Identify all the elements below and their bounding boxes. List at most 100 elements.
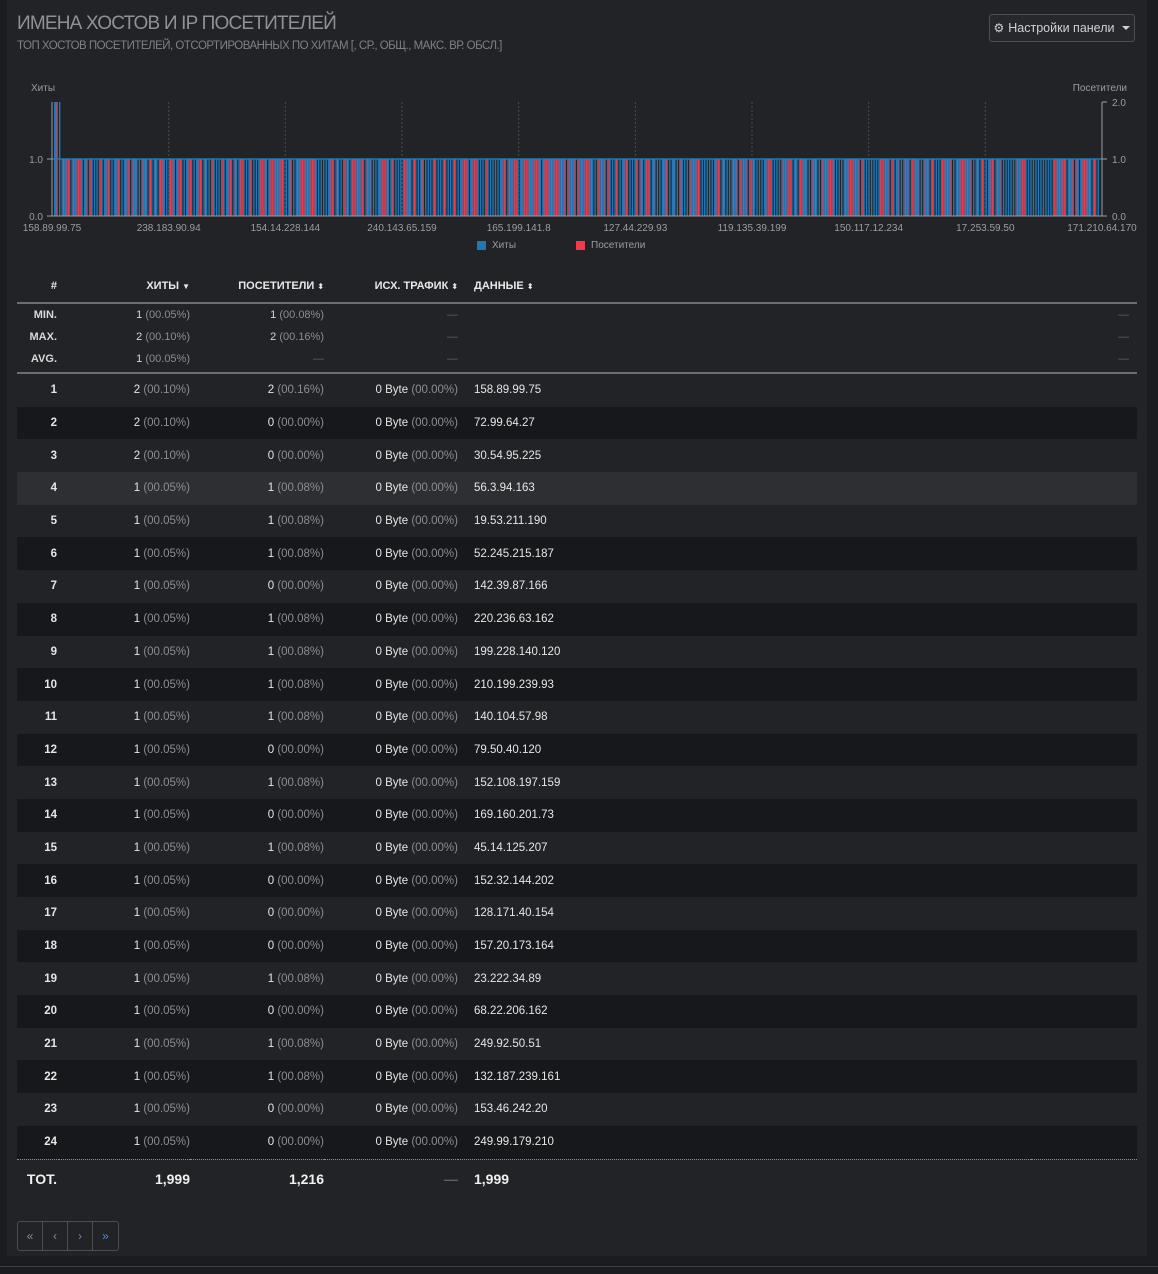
row-tx: 0 Byte (00.00%) bbox=[324, 636, 458, 669]
row-extra bbox=[1030, 864, 1137, 897]
chart-legend: Хиты Посетители bbox=[477, 240, 645, 251]
bar-hits bbox=[447, 159, 449, 216]
row-hits: 1 (00.05%) bbox=[59, 864, 190, 897]
table-row[interactable]: 15 1 (00.05%) 1 (00.08%) 0 Byte (00.00%) 45.… bbox=[17, 832, 1137, 865]
table-row[interactable]: 23 1 (00.05%) 0 (00.00%) 0 Byte (00.00%) 153… bbox=[17, 1093, 1137, 1126]
table-row[interactable]: 18 1 (00.05%) 0 (00.00%) 0 Byte (00.00%) 157… bbox=[17, 929, 1137, 963]
table-row[interactable]: 41 (00.05%) 1 (00.08%) 0 Byte (00.00%) 56.3… bbox=[17, 472, 1137, 505]
bar-hits bbox=[298, 159, 300, 216]
row-hits: 2 (00.10%) bbox=[59, 373, 190, 407]
row-tx: 0 Byte (00.00%) bbox=[324, 537, 458, 571]
table-row[interactable]: 13 1 (00.05%) 1 (00.08%) 0 Byte (00.00%) 152… bbox=[17, 766, 1137, 799]
row-host-ip: 157.20.173.164 bbox=[474, 940, 554, 953]
bar-hits bbox=[596, 159, 599, 216]
last-page-button[interactable]: » bbox=[93, 1222, 118, 1250]
row-visitors-pct: (00.08%) bbox=[277, 547, 324, 560]
stat-tx: — bbox=[324, 348, 458, 374]
row-data: 140.104.57.98 bbox=[458, 701, 1031, 734]
table-row[interactable]: 22 (00.10%) 0 (00.00%) 0 Byte (00.00%) 72.9… bbox=[17, 406, 1137, 440]
row-tx-value: 0 Byte bbox=[375, 547, 409, 560]
row-tx-value: 0 Byte bbox=[375, 678, 409, 691]
legend-item-hits[interactable]: Хиты bbox=[477, 240, 516, 251]
table-row[interactable]: 10 1 (00.05%) 1 (00.08%) 0 Byte (00.00%) 210… bbox=[17, 668, 1137, 701]
bar-hits bbox=[716, 159, 718, 216]
bar-hits bbox=[335, 159, 337, 216]
row-tx-value: 0 Byte bbox=[375, 776, 409, 789]
row-tx: 0 Byte (00.00%) bbox=[324, 505, 458, 538]
table-row[interactable]: 14 1 (00.05%) 0 (00.00%) 0 Byte (00.00%) 169… bbox=[17, 798, 1137, 832]
row-visitors: 0 (00.00%) bbox=[190, 570, 324, 603]
row-tx-value: 0 Byte bbox=[375, 1005, 409, 1018]
stat-hits-value: 1 bbox=[136, 309, 143, 321]
row-visitors-value: 1 bbox=[267, 482, 275, 495]
row-hits-pct: (00.05%) bbox=[143, 1136, 190, 1149]
row-visitors-value: 0 bbox=[267, 580, 275, 593]
bar-hits bbox=[168, 159, 170, 216]
legend-item-visitors[interactable]: Посетители bbox=[576, 240, 645, 251]
table-row[interactable]: 24 1 (00.05%) 0 (00.00%) 0 Byte (00.00%) 249… bbox=[17, 1125, 1137, 1159]
row-number: 9 bbox=[17, 636, 59, 669]
row-number-text: 19 bbox=[44, 972, 57, 985]
table-row[interactable]: 11 1 (00.05%) 1 (00.08%) 0 Byte (00.00%) 140… bbox=[17, 701, 1137, 734]
bar-hits bbox=[895, 159, 898, 216]
stat-data bbox=[458, 348, 1031, 374]
bar-hits bbox=[512, 159, 514, 216]
row-host-ip: 152.32.144.202 bbox=[474, 874, 554, 887]
table-row[interactable]: 21 1 (00.05%) 1 (00.08%) 0 Byte (00.00%) 249… bbox=[17, 1028, 1137, 1061]
row-hits-pct: (00.05%) bbox=[143, 874, 190, 887]
first-page-button[interactable]: « bbox=[18, 1222, 43, 1250]
prev-page-button[interactable]: ‹ bbox=[43, 1222, 68, 1250]
bar-hits bbox=[738, 159, 741, 216]
row-number-text: 4 bbox=[50, 482, 57, 495]
bar-hits bbox=[118, 159, 121, 216]
panel-settings-button[interactable]: ⚙ Настройки панели bbox=[989, 14, 1135, 42]
table-row[interactable]: 12 (00.10%) 2 (00.16%) 0 Byte (00.00%) 158.… bbox=[17, 373, 1137, 407]
row-tx-pct: (00.00%) bbox=[411, 645, 458, 658]
col-header-data[interactable]: Данные ⬍ bbox=[458, 270, 1031, 304]
bar-hits bbox=[1055, 159, 1057, 216]
row-host-ip: 199.228.140.120 bbox=[474, 645, 561, 658]
table-row[interactable]: 20 1 (00.05%) 0 (00.00%) 0 Byte (00.00%) 68.… bbox=[17, 995, 1137, 1028]
table-row[interactable]: 91 (00.05%) 1 (00.08%) 0 Byte (00.00%) 199.… bbox=[17, 636, 1137, 669]
table-row[interactable]: 71 (00.05%) 0 (00.00%) 0 Byte (00.00%) 142.… bbox=[17, 570, 1137, 603]
row-data: 128.171.40.154 bbox=[458, 897, 1031, 930]
col-tx-label: Исх. трафик bbox=[374, 280, 449, 292]
row-tx: 0 Byte (00.00%) bbox=[324, 668, 458, 701]
col-header-visitors[interactable]: Посетители ⬍ bbox=[190, 270, 324, 304]
row-tx: 0 Byte (00.00%) bbox=[324, 733, 458, 767]
table-row[interactable]: 22 1 (00.05%) 1 (00.08%) 0 Byte (00.00%) 132… bbox=[17, 1060, 1137, 1094]
row-visitors: 1 (00.08%) bbox=[190, 701, 324, 734]
bar-hits bbox=[948, 159, 950, 216]
table-row[interactable]: 32 (00.10%) 0 (00.00%) 0 Byte (00.00%) 30.5… bbox=[17, 439, 1137, 472]
bar-hits bbox=[1032, 159, 1035, 216]
table-row[interactable]: 81 (00.05%) 1 (00.08%) 0 Byte (00.00%) 220.… bbox=[17, 602, 1137, 636]
row-extra bbox=[1031, 439, 1137, 472]
bar-hits bbox=[310, 159, 312, 216]
table-row[interactable]: 12 1 (00.05%) 0 (00.00%) 0 Byte (00.00%) 79.… bbox=[17, 733, 1137, 767]
row-visitors-pct: (00.16%) bbox=[277, 384, 324, 397]
table-row[interactable]: 19 1 (00.05%) 1 (00.08%) 0 Byte (00.00%) 23.… bbox=[17, 962, 1137, 995]
row-hits: 1 (00.05%) bbox=[59, 472, 190, 505]
row-tx: 0 Byte (00.00%) bbox=[324, 1060, 458, 1094]
bar-hits bbox=[1035, 159, 1037, 216]
row-visitors-pct: (00.08%) bbox=[277, 841, 324, 854]
bar-hits bbox=[183, 159, 185, 216]
col-header-tx[interactable]: Исх. трафик ⬍ bbox=[324, 270, 458, 304]
row-visitors-value: 1 bbox=[267, 711, 275, 724]
pagination: « ‹ › » bbox=[17, 1221, 119, 1251]
table-row[interactable]: 16 1 (00.05%) 0 (00.00%) 0 Byte (00.00%) 152… bbox=[17, 864, 1137, 897]
bar-hits bbox=[238, 159, 240, 216]
row-extra bbox=[1031, 701, 1137, 734]
stat-label: MIN. bbox=[17, 303, 59, 326]
bar-hits bbox=[925, 159, 928, 216]
col-header-hits[interactable]: Хиты ▼ bbox=[59, 270, 190, 304]
table-row[interactable]: 61 (00.05%) 1 (00.08%) 0 Byte (00.00%) 52.2… bbox=[17, 537, 1137, 571]
bar-hits bbox=[230, 159, 233, 216]
row-visitors-value: 0 bbox=[267, 743, 275, 756]
row-visitors: 1 (00.08%) bbox=[190, 537, 324, 571]
table-row[interactable]: 17 1 (00.05%) 0 (00.00%) 0 Byte (00.00%) 128… bbox=[17, 897, 1137, 930]
bar-hits bbox=[98, 159, 101, 216]
next-page-button[interactable]: › bbox=[68, 1222, 93, 1250]
table-row[interactable]: 51 (00.05%) 1 (00.08%) 0 Byte (00.00%) 19.5… bbox=[17, 505, 1137, 538]
row-hits-pct: (00.05%) bbox=[143, 743, 190, 756]
